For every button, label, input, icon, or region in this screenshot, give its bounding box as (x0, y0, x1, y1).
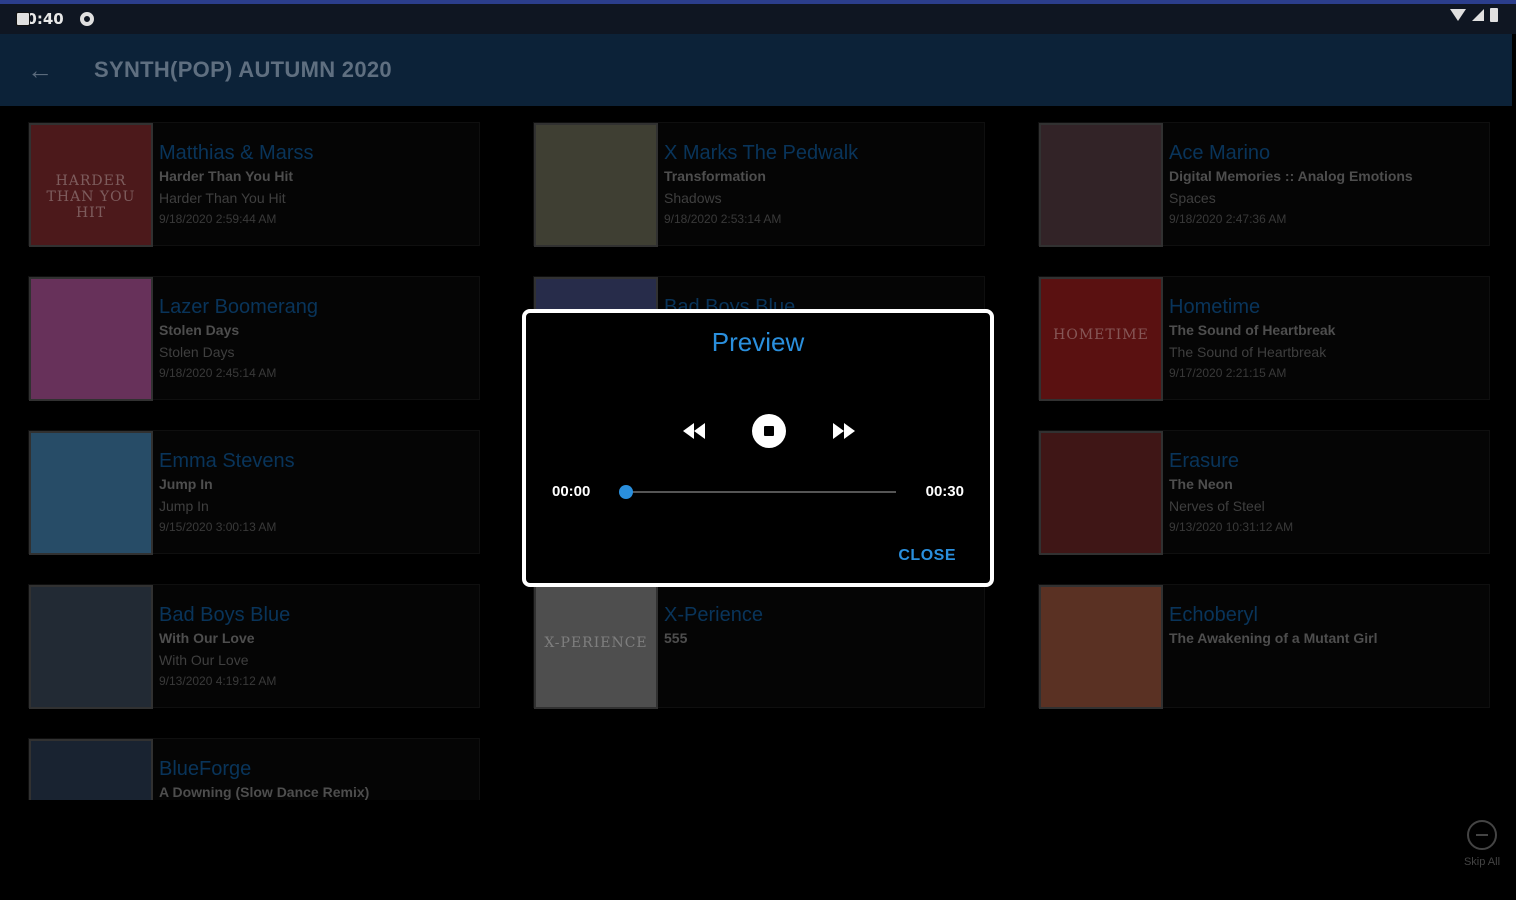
fast-forward-icon[interactable] (826, 413, 862, 449)
status-bar: 10:40 (0, 0, 1516, 34)
skip-all-label: Skip All (1463, 856, 1501, 868)
signal-icon (1472, 9, 1484, 21)
preview-dialog: Preview 00:00 00:30 CLOSE (522, 309, 994, 587)
wifi-icon (1450, 9, 1466, 21)
dialog-title: Preview (711, 327, 805, 357)
skip-all-button[interactable]: Skip All (1458, 820, 1506, 868)
back-arrow-icon[interactable]: ← (0, 34, 80, 106)
status-icons (1450, 8, 1498, 22)
rewind-icon[interactable] (676, 413, 712, 449)
playback-controls (526, 413, 990, 449)
close-button[interactable]: CLOSE (898, 547, 956, 565)
page-title: SYNTH(POP) AUTUMN 2020 (94, 57, 392, 82)
bottom-bar: Skip All (0, 800, 1516, 900)
elapsed-time: 00:00 (552, 483, 591, 500)
seek-bar[interactable] (619, 485, 896, 499)
total-time: 00:30 (925, 483, 964, 500)
skip-all-icon (1467, 820, 1497, 850)
app-bar: ← SYNTH(POP) AUTUMN 2020 (0, 34, 1512, 106)
stop-icon[interactable] (752, 414, 786, 448)
sd-card-icon (16, 12, 30, 26)
settings-icon (79, 12, 94, 26)
battery-icon (1490, 8, 1498, 22)
seek-bar-thumb[interactable] (619, 485, 633, 499)
